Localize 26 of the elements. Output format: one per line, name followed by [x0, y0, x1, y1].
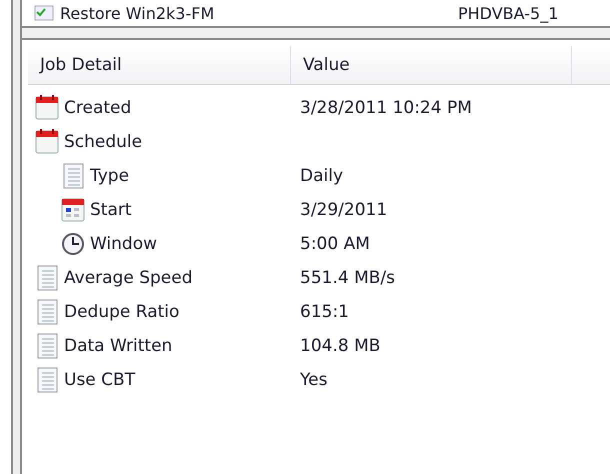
- detail-value: 3/29/2011: [299, 200, 388, 220]
- detail-value: Daily: [299, 166, 344, 186]
- detail-label: Data Written: [64, 336, 172, 356]
- detail-label: Schedule: [64, 132, 142, 152]
- column-header: Job Detail: [28, 46, 291, 84]
- detail-label: Use CBT: [64, 370, 136, 390]
- detail-label: Dedupe Ratio: [64, 302, 180, 322]
- column-header: Value: [291, 46, 572, 84]
- detail-value: 104.8 MB: [299, 336, 380, 356]
- detail-label: Created: [64, 98, 132, 118]
- detail-label: Start: [90, 200, 132, 220]
- detail-value: 615:1: [299, 302, 349, 322]
- job-name: Restore Win2k3-FM: [60, 4, 214, 22]
- detail-value: 551.4 MB/s: [299, 268, 395, 288]
- detail-value: 3/28/2011 10:24 PM: [299, 98, 472, 118]
- job-cell: PHDVBA-5_1: [458, 4, 558, 22]
- detail-label: Average Speed: [64, 268, 193, 288]
- clock-icon: [60, 230, 86, 258]
- calendar-icon: [60, 196, 86, 224]
- detail-label: Window: [90, 234, 158, 254]
- calendar-icon: [34, 128, 60, 156]
- detail-label: Type: [90, 166, 130, 186]
- checklist-icon: [34, 5, 54, 21]
- detail-value: 5:00 AM: [299, 234, 370, 254]
- calendar-icon: [34, 94, 60, 122]
- detail-value: Yes: [299, 370, 328, 390]
